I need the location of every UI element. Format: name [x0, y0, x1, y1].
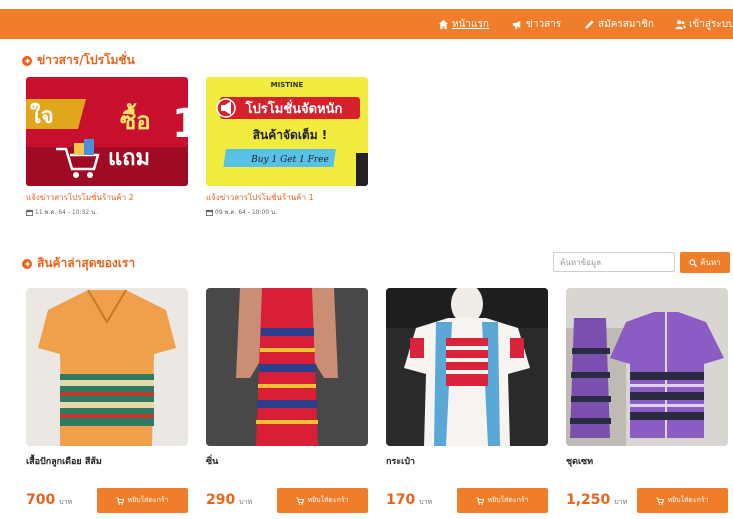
cart-icon: [476, 497, 485, 505]
products-section-title: สินค้าล่าสุดของเรา: [22, 254, 135, 273]
product-card: ซิ่น 290 บาท หยิบใส่ตะกร้า: [206, 288, 368, 513]
news-card[interactable]: ใจ ซื้อ แถม 1 แจ้งข่าวสารโปรโมชั่นร้านค้…: [26, 77, 188, 217]
news-image-subline: สินค้าจัดเต็ม !: [253, 127, 328, 142]
news-caption[interactable]: แจ้งข่าวสารโปรโมชั่นร้านค้า 1: [206, 191, 368, 204]
product-price-unit: บาท: [614, 498, 628, 506]
product-price-value: 290: [206, 492, 236, 508]
news-image-text-2: ซื้อ: [120, 102, 151, 135]
product-price-value: 170: [386, 492, 416, 508]
calendar-icon: [206, 209, 213, 216]
news-date-text: 11 พ.ค. 64 - 10:32 น.: [35, 209, 98, 216]
nav-news-link[interactable]: ข่าวสาร: [512, 9, 561, 39]
nav-login-label: เข้าสู่ระบบ: [689, 18, 733, 30]
product-image-orange-blouse[interactable]: [26, 288, 188, 446]
arrow-circle-right-icon: [22, 258, 32, 269]
news-section-title-text: ข่าวสาร/โปรโมชั่น: [37, 53, 135, 67]
nav-home-link[interactable]: หน้าแรก: [438, 9, 489, 39]
megaphone-icon: [512, 19, 523, 30]
add-to-cart-label: หยิบใส่ตะกร้า: [307, 496, 349, 504]
news-image-mistine-promo[interactable]: MISTINE โปรโมชั่นจัดหนัก สินค้าจัดเต็ม !…: [206, 77, 368, 186]
calendar-icon: [26, 209, 33, 216]
cart-icon: [656, 497, 665, 505]
users-icon: [675, 19, 686, 30]
nav-register-link[interactable]: สมัครสมาชิก: [584, 9, 654, 39]
add-to-cart-button[interactable]: หยิบใส่ตะกร้า: [97, 488, 188, 513]
nav-news-label: ข่าวสาร: [526, 18, 562, 30]
product-card: ชุดเซท 1,250 บาท หยิบใส่ตะกร้า: [566, 288, 728, 513]
product-price: 290 บาท: [206, 492, 252, 508]
home-icon: [438, 19, 449, 30]
add-to-cart-button[interactable]: หยิบใส่ตะกร้า: [637, 488, 728, 513]
product-price-unit: บาท: [239, 498, 253, 506]
news-image-tagline: Buy 1 Get 1 Free: [250, 155, 329, 165]
product-name[interactable]: ซิ่น: [206, 454, 218, 468]
news-image-headline: โปรโมชั่นจัดหนัก: [245, 99, 343, 117]
cart-icon: [116, 497, 125, 505]
arrow-circle-right-icon: [22, 55, 32, 66]
add-to-cart-button[interactable]: หยิบใส่ตะกร้า: [277, 488, 368, 513]
add-to-cart-label: หยิบใส่ตะกร้า: [127, 496, 169, 504]
add-to-cart-button[interactable]: หยิบใส่ตะกร้า: [457, 488, 548, 513]
products-section-title-text: สินค้าล่าสุดของเรา: [37, 256, 136, 270]
product-image-purple-outfit-set[interactable]: [566, 288, 728, 446]
nav-register-label: สมัครสมาชิก: [598, 18, 654, 30]
add-to-cart-label: หยิบใส่ตะกร้า: [487, 496, 529, 504]
news-card[interactable]: MISTINE โปรโมชั่นจัดหนัก สินค้าจัดเต็ม !…: [206, 77, 368, 217]
news-date-text: 09 พ.ค. 64 - 10:00 น.: [215, 209, 278, 216]
product-card: เสื้อปักลูกเดือย สีส้ม 700 บาท หยิบใส่ตะ…: [26, 288, 188, 513]
news-date: 09 พ.ค. 64 - 10:00 น.: [206, 207, 368, 217]
news-image-text-4: 1: [172, 101, 188, 147]
news-image-brand: MISTINE: [271, 81, 304, 89]
product-price: 700 บาท: [26, 492, 72, 508]
product-price-value: 1,250: [566, 492, 611, 508]
news-image-text-3: แถม: [108, 146, 150, 171]
product-price-value: 700: [26, 492, 56, 508]
search-button[interactable]: ค้นหา: [680, 252, 730, 273]
product-image-white-top-blue-scarf[interactable]: [386, 288, 548, 446]
nav-login-link[interactable]: เข้าสู่ระบบ: [675, 9, 733, 39]
add-to-cart-label: หยิบใส่ตะกร้า: [667, 496, 709, 504]
news-section-title: ข่าวสาร/โปรโมชั่น: [22, 51, 135, 70]
news-date: 11 พ.ค. 64 - 10:32 น.: [26, 207, 188, 217]
search-input[interactable]: [553, 252, 675, 272]
product-name[interactable]: กระเป๋า: [386, 454, 415, 468]
product-image-red-sarong[interactable]: [206, 288, 368, 446]
pencil-icon: [584, 19, 595, 30]
product-price-unit: บาท: [419, 498, 433, 506]
search-icon: [689, 258, 698, 267]
product-name[interactable]: เสื้อปักลูกเดือย สีส้ม: [26, 454, 102, 468]
cart-icon: [296, 497, 305, 505]
product-price-unit: บาท: [59, 498, 73, 506]
product-card: กระเป๋า 170 บาท หยิบใส่ตะกร้า: [386, 288, 548, 513]
product-price: 1,250 บาท: [566, 492, 627, 508]
nav-home-label: หน้าแรก: [452, 18, 489, 30]
top-navbar: หน้าแรก ข่าวสาร สมัครสมาชิก เข้าสู่ระบบ: [0, 9, 733, 39]
news-image-promo-buy-one-get-one[interactable]: ใจ ซื้อ แถม 1: [26, 77, 188, 186]
search-button-label: ค้นหา: [700, 258, 721, 267]
news-image-text-1: ใจ: [30, 102, 54, 129]
news-caption[interactable]: แจ้งข่าวสารโปรโมชั่นร้านค้า 2: [26, 191, 188, 204]
product-price: 170 บาท: [386, 492, 432, 508]
product-name[interactable]: ชุดเซท: [566, 454, 593, 468]
